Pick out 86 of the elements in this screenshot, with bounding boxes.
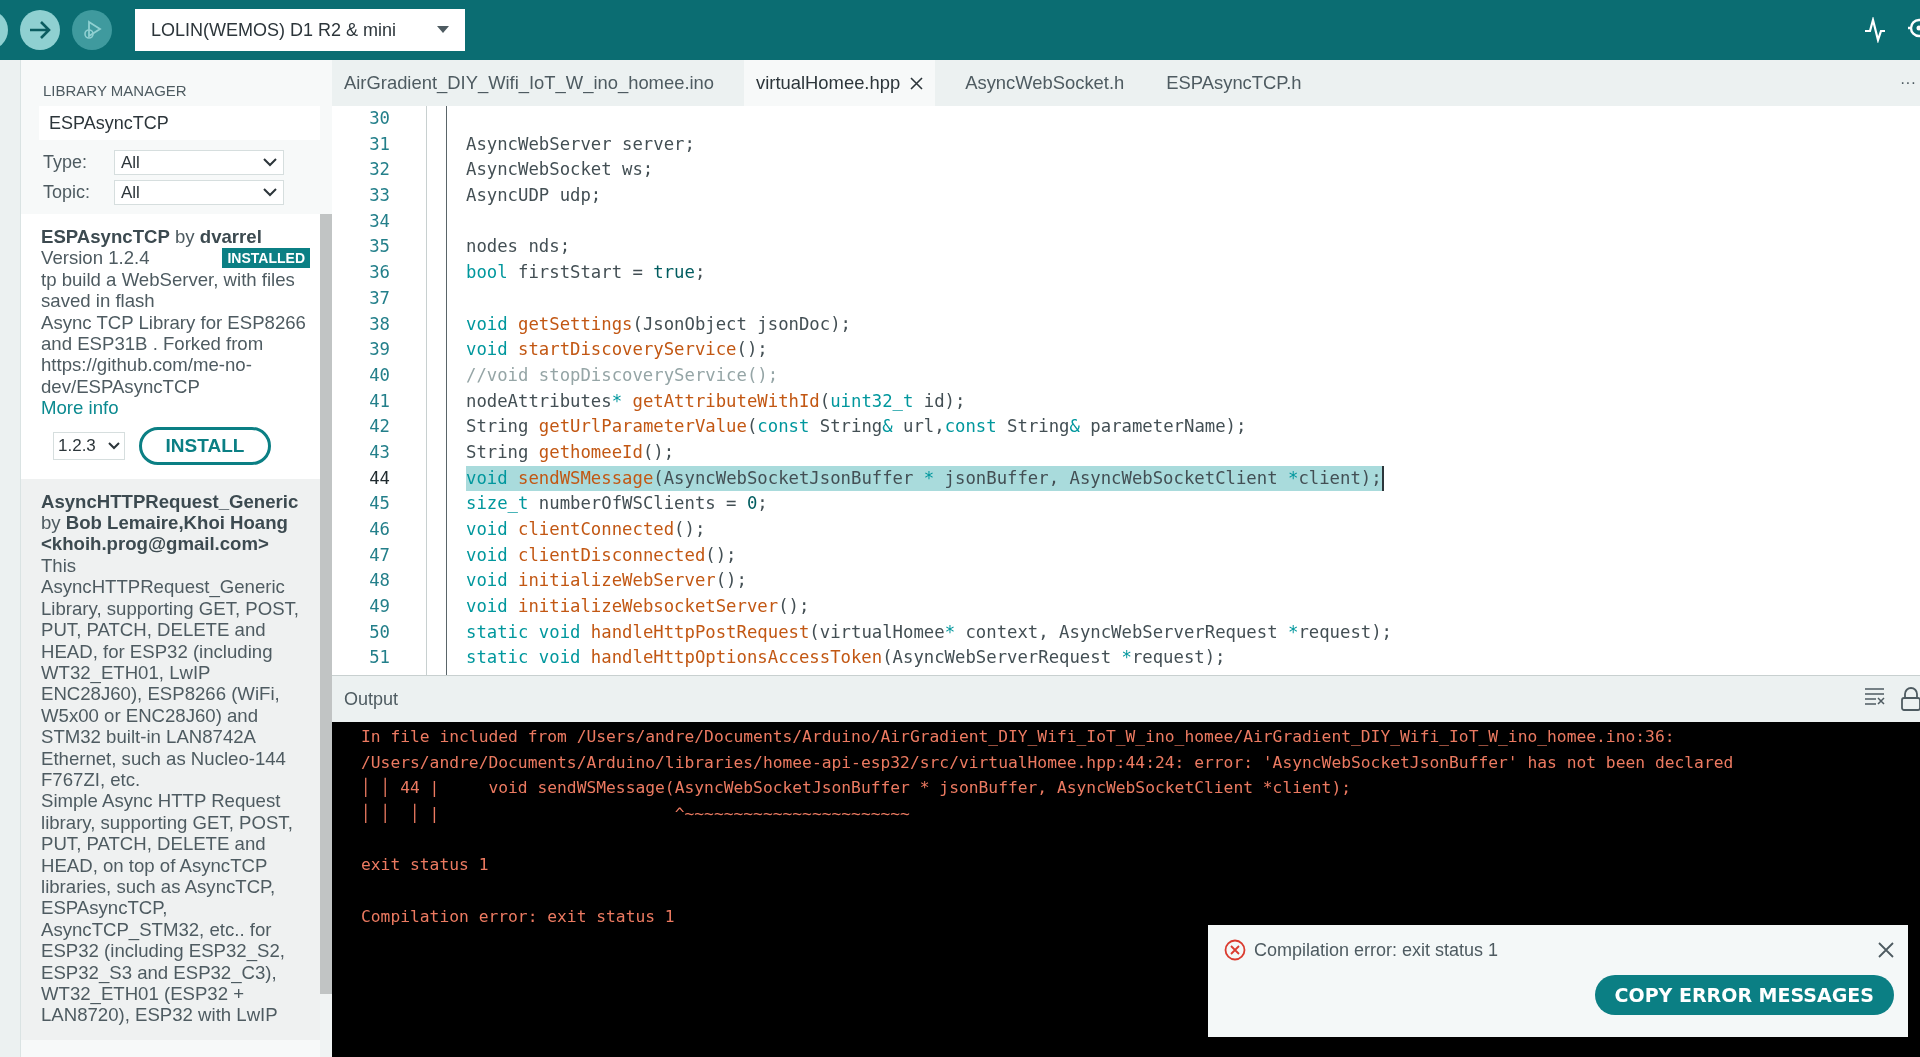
line-number: 42 [368, 415, 390, 439]
line-number: 51 [368, 646, 390, 670]
code-line: void getSettings(JsonObject jsonDoc); [466, 312, 851, 336]
code-line: AsyncWebSocket ws; [466, 158, 654, 182]
line-number: 46 [368, 518, 390, 541]
line-number: 47 [368, 543, 390, 567]
copy-error-button[interactable]: COPY ERROR MESSAGES [1594, 975, 1894, 1015]
installed-badge: INSTALLED [222, 248, 310, 269]
output-line: In file included from /Users/andre/Documents/Arduino/AirGradient_DIY_Wifi_IoT_W_ino_homee/AirGradient_DIY_Wifi_IoT_W_ino_homee.ino:36: [361, 727, 1675, 746]
code-line: String getUrlParameterValue(const String& url,const String& parameterName); [466, 415, 1247, 439]
library-description: Simple Async HTTP Request library, supporting GET, POST, PUT, PATCH, DELETE and HEAD, on top of AsyncTCP libraries, such as AsyncTCP, ESPAsyncTCP, AsyncTCP_STM32, etc.. for ESP32 (including ESP32_S2, ESP32_S3 and ESP32_C3), WT32_ETH01 (ESP32 + LAN8720), ESP32 with LwIP [41, 790, 294, 1026]
caret-icon [437, 26, 449, 34]
editor-tab[interactable]: ESPAsyncTCP.h [1154, 60, 1314, 106]
line-number: 39 [368, 338, 390, 362]
filter-label: Topic: [43, 182, 92, 203]
code-line: void clientDisconnected(); [466, 543, 737, 567]
library-title: AsyncHTTPRequest_Generic by Bob Lemaire,Khoi Hoang <khoih.prog@gmail.com> [41, 490, 300, 555]
close-button[interactable] [1878, 942, 1894, 958]
panel-title: LIBRARY MANAGER [42, 81, 188, 100]
line-number: 49 [368, 595, 390, 619]
code-line: nodeAttributes* getAttributeWithId(uint32_t id); [466, 389, 966, 413]
version-dropdown[interactable]: 1.2.3 [53, 431, 125, 460]
code-line: size_t numberOfWSClients = 0; [466, 492, 768, 516]
scrollbar-thumb[interactable] [320, 214, 332, 994]
line-number: 31 [368, 132, 390, 156]
line-number: 37 [368, 286, 390, 310]
arrow-icon [28, 20, 52, 40]
chevron-icon [263, 188, 277, 197]
line-number: 38 [368, 312, 390, 336]
output-line: │ │ │ | ^~~~~~~~~~~~~~~~~~~~~~~~ [361, 804, 910, 824]
chevron-icon [263, 158, 277, 167]
install-button[interactable]: INSTALL [139, 426, 271, 465]
line-number: 34 [368, 209, 390, 233]
line-number: 32 [368, 158, 390, 182]
library-description: Async TCP Library for ESP8266 and ESP31B . Forked from https://github.com/me-no-dev/ESPAsyncTCP [41, 311, 307, 398]
code-line: AsyncUDP udp; [466, 184, 602, 208]
output-line: Compilation error: exit status 1 [361, 906, 675, 926]
notification-message: Compilation error: exit status 1 [1254, 939, 1499, 961]
upload-button[interactable] [20, 10, 60, 50]
output-line: exit status 1 [361, 855, 489, 875]
serial-plotter-icon[interactable] [1864, 17, 1886, 43]
more-tabs-button[interactable]: ··· [1900, 74, 1916, 92]
code-line: //void stopDiscoveryService(); [466, 363, 779, 387]
line-number: 50 [368, 620, 390, 644]
library-title: ESPAsyncTCP by dvarrel [41, 226, 263, 248]
line-number: 33 [368, 184, 390, 208]
editor-tab[interactable]: AirGradient_DIY_Wifi_IoT_W_ino_homee.ino [332, 60, 727, 106]
clear-output-icon[interactable] [1864, 687, 1886, 705]
error-icon [1224, 939, 1246, 961]
code-line: nodes nds; [466, 235, 571, 259]
library-description: tp build a WebServer, with files saved in flash [41, 268, 296, 312]
line-number: 36 [368, 261, 390, 285]
editor-tab[interactable]: virtualHomee.hpp [744, 60, 936, 106]
code-line: static void handleHttpOptionsAccessToken(AsyncWebServerRequest *request); [466, 646, 1226, 670]
lock-icon[interactable] [1900, 687, 1920, 711]
filter-dropdown[interactable]: All [114, 150, 284, 175]
filter-dropdown[interactable]: All [114, 180, 284, 205]
filter-label: Type: [43, 152, 89, 173]
output-line: /Users/andre/Documents/Arduino/libraries/homee-api-esp32/src/virtualHomee.hpp:44:24: error: 'AsyncWebSocketJsonBuffer' has not been declared [361, 752, 1734, 772]
output-line: │ │ 44 | void sendWSMessage(AsyncWebSocketJsonBuffer * jsonBuffer, AsyncWebSocketClient *client); [361, 778, 1352, 798]
chevron-icon [108, 441, 120, 450]
code-line: String gethomeeId(); [466, 440, 675, 464]
more-info-link[interactable]: More info [41, 397, 119, 419]
line-number: 30 [368, 107, 390, 130]
line-number: 45 [368, 492, 390, 516]
close-icon[interactable] [910, 76, 924, 90]
line-number: 43 [368, 440, 390, 464]
line-number: 44 [368, 466, 390, 490]
code-line: void initializeWebServer(); [466, 569, 747, 593]
output-title: Output [344, 688, 399, 710]
code-line: static void handleHttpPostRequest(virtualHomee* context, AsyncWebServerRequest *request); [466, 620, 1392, 644]
code-line: void clientConnected(); [466, 518, 706, 541]
editor-tab[interactable]: AsyncWebSocket.h [953, 60, 1137, 106]
line-number: 35 [368, 235, 390, 259]
debug-button[interactable] [72, 10, 112, 50]
line-number: 48 [368, 569, 390, 593]
line-number: 41 [368, 389, 390, 413]
search-field[interactable]: ESPAsyncTCP [39, 106, 320, 140]
code-line: void initializeWebsocketServer(); [466, 595, 810, 619]
library-version: Version 1.2.4 [41, 247, 150, 269]
library-description: This AsyncHTTPRequest_Generic Library, supporting GET, POST, PUT, PATCH, DELETE and HEAD, for ESP32 (including WT32_ETH01, LwIP ENC28J60), ESP8266 (WiFi, W5x00 or ENC28J60) and STM32 built-in LAN8742A Ethernet, such as Nucleo-144 F767ZI, etc. [41, 554, 300, 791]
code-line: bool firstStart = true; [466, 261, 706, 285]
code-line: AsyncWebServer server; [466, 132, 695, 156]
code-line: void startDiscoveryService(); [466, 338, 768, 362]
board-selector[interactable]: LOLIN(WEMOS) D1 R2 & mini [135, 9, 465, 51]
line-number: 40 [368, 363, 390, 387]
